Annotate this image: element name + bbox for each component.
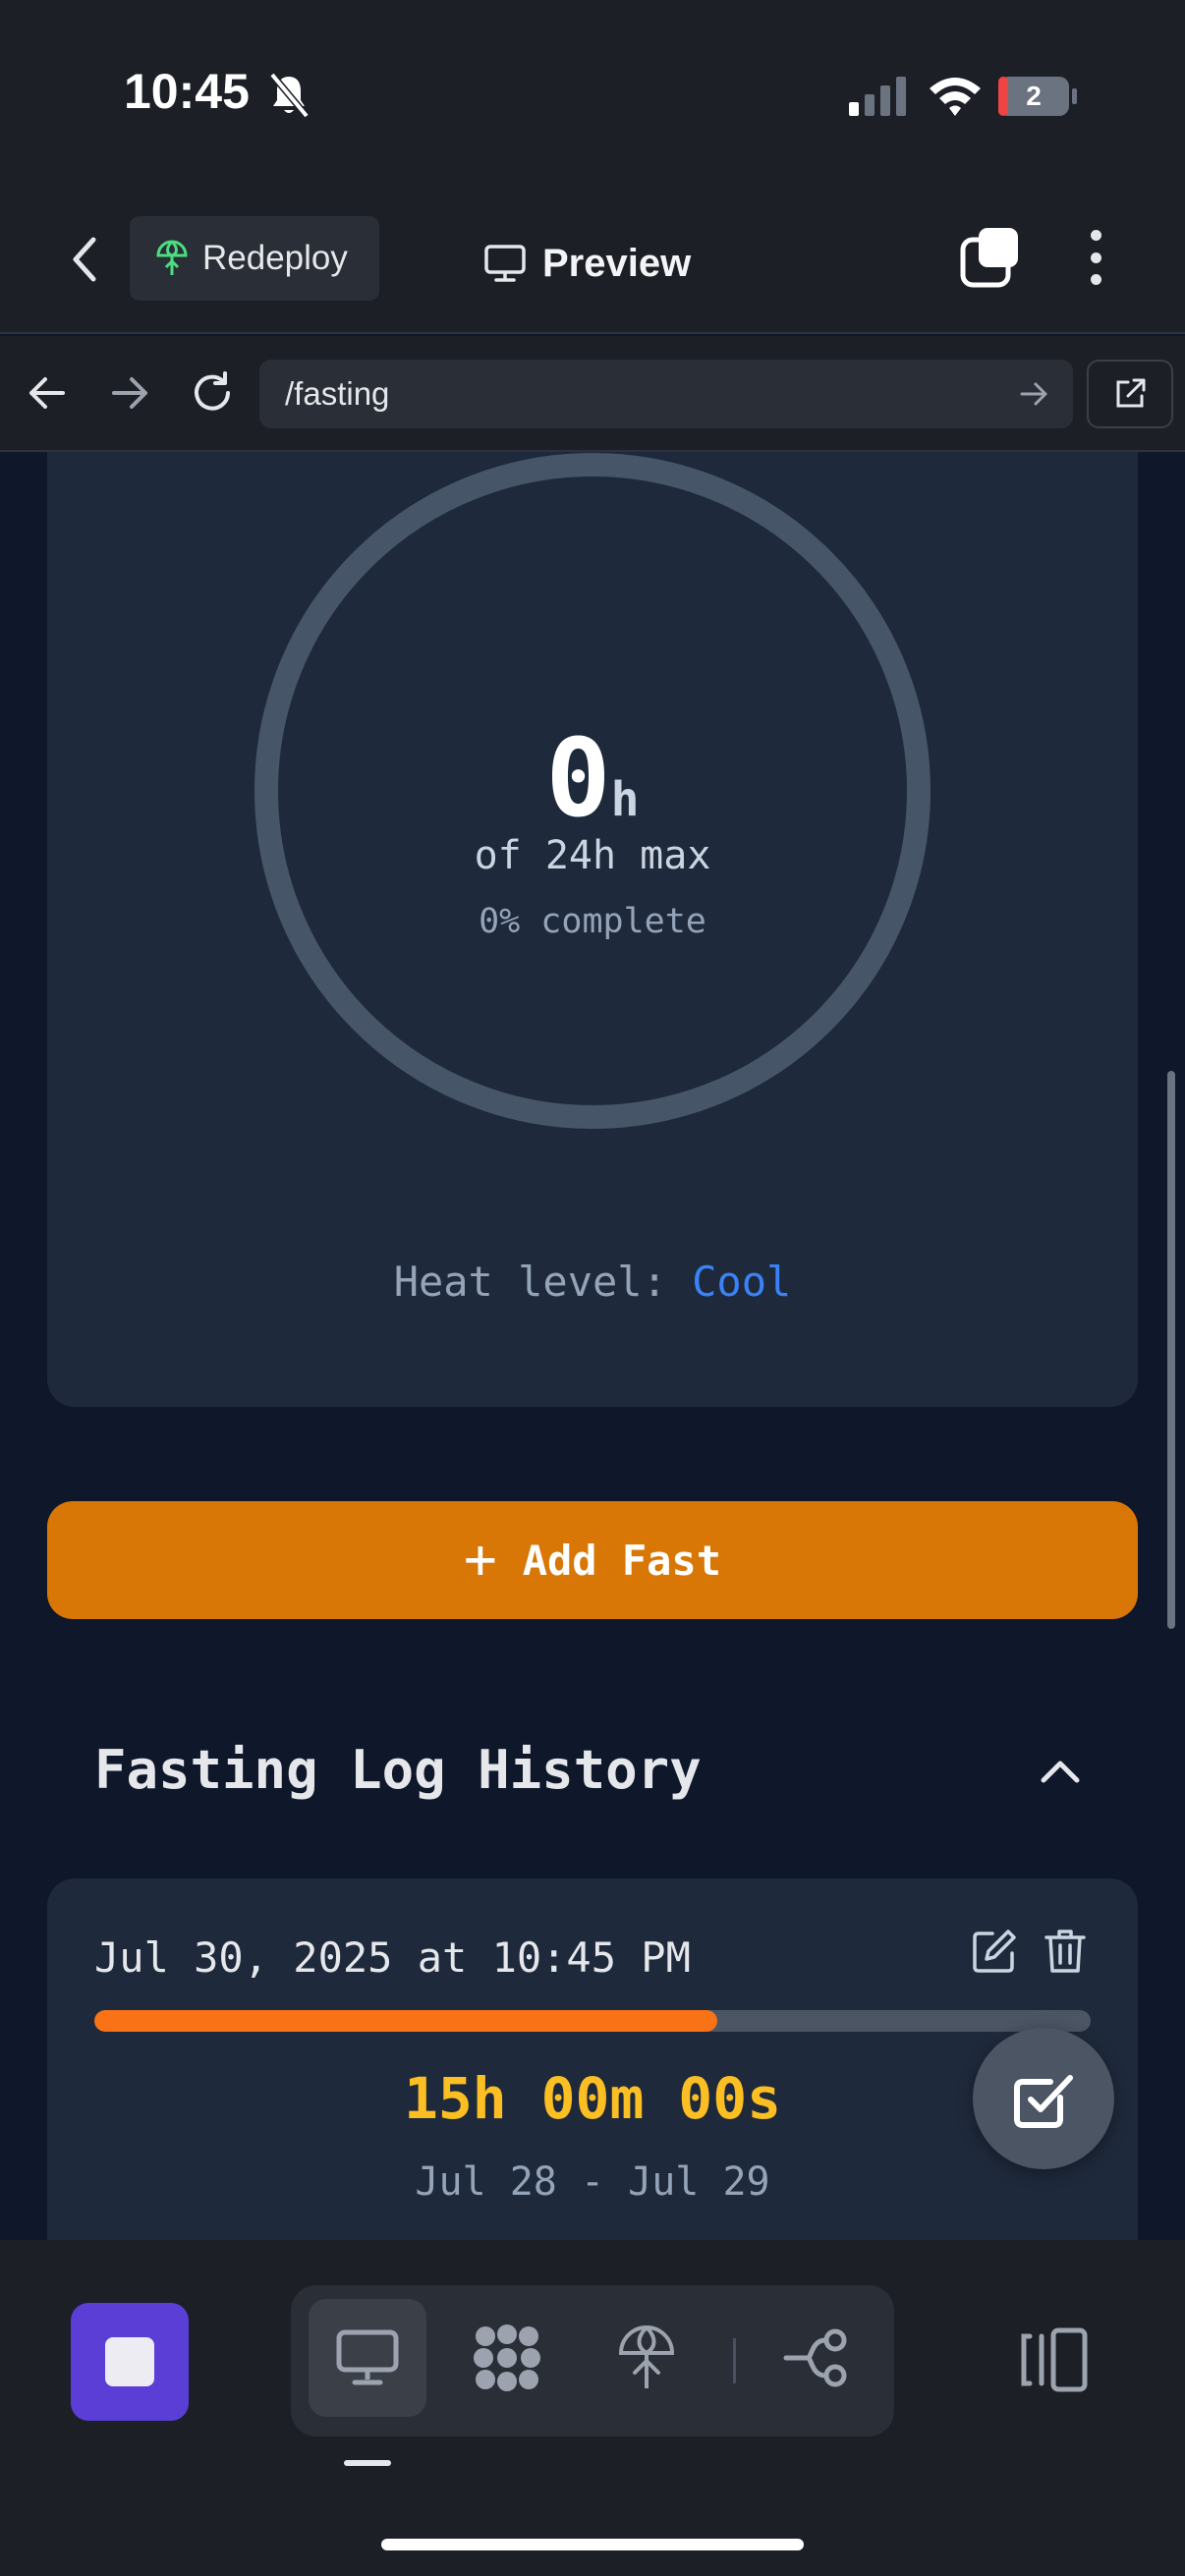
deploy-view-button[interactable] — [588, 2299, 705, 2417]
arrow-right-icon — [112, 377, 147, 409]
stop-icon — [105, 2337, 154, 2386]
workspace-view-button[interactable] — [448, 2299, 566, 2417]
status-bar: 10:45 2 — [0, 0, 1185, 196]
url-input[interactable]: /fasting — [259, 360, 1073, 428]
check-square-icon — [1014, 2075, 1073, 2128]
log-history-title: Fasting Log History — [94, 1739, 702, 1801]
add-fast-button[interactable]: + Add Fast — [47, 1501, 1138, 1619]
nav-back-button[interactable] — [20, 365, 75, 420]
redeploy-button[interactable]: Redeploy — [130, 216, 379, 301]
arrow-left-icon — [29, 377, 65, 409]
browser-bar: /fasting — [0, 336, 1185, 452]
chevron-up-icon[interactable] — [1036, 1747, 1085, 1796]
active-view-indicator — [344, 2460, 391, 2466]
page-content: 0h of 24h max 0% complete Heat level: Co… — [0, 452, 1185, 2240]
app-header: Redeploy Preview — [0, 196, 1185, 334]
status-time: 10:45 — [124, 64, 250, 119]
log-progress-fill — [94, 2010, 717, 2032]
tabs-icon[interactable] — [959, 226, 1022, 289]
refresh-button[interactable] — [185, 365, 240, 420]
wifi-icon — [930, 78, 981, 116]
log-entry-range: Jul 28 - Jul 29 — [415, 2159, 770, 2205]
nav-forward-button[interactable] — [102, 365, 157, 420]
timer-card: 0h of 24h max 0% complete Heat level: Co… — [47, 452, 1138, 1407]
stop-button[interactable] — [71, 2303, 189, 2421]
hours-value: 0 — [545, 715, 611, 841]
git-view-button[interactable] — [759, 2299, 876, 2417]
redeploy-icon — [156, 240, 188, 275]
battery-icon: 2 — [996, 75, 1079, 118]
edit-icon[interactable] — [971, 1928, 1018, 1975]
more-vertical-icon[interactable] — [1081, 226, 1110, 289]
monitor-icon — [484, 245, 526, 282]
log-progress-bar — [94, 2010, 1091, 2032]
check-fab-button[interactable] — [973, 2028, 1114, 2169]
deploy-icon — [618, 2325, 675, 2388]
heat-label: Heat level: — [393, 1258, 667, 1306]
external-link-icon — [1116, 378, 1146, 408]
hours-unit: h — [610, 772, 640, 827]
signal-icon — [849, 77, 906, 116]
back-button[interactable] — [55, 230, 114, 289]
refresh-icon — [195, 371, 230, 411]
branch-icon — [783, 2328, 847, 2387]
chevron-left-icon — [73, 237, 96, 282]
log-entry-date: Jul 30, 2025 at 10:45 PM — [94, 1933, 691, 1982]
heat-level: Heat level: Cool — [0, 1258, 1185, 1306]
scrollbar[interactable] — [1167, 1071, 1175, 1629]
battery-level: 2 — [1026, 81, 1042, 111]
preview-title[interactable]: Preview — [483, 234, 691, 293]
url-text: /fasting — [285, 375, 390, 412]
bell-slash-icon — [269, 72, 310, 119]
view-switcher — [291, 2285, 894, 2436]
heat-value: Cool — [692, 1258, 792, 1306]
trash-icon[interactable] — [1044, 1928, 1087, 1975]
hours-display: 0h — [0, 715, 1185, 841]
arrow-right-icon[interactable] — [1014, 374, 1053, 414]
redeploy-label: Redeploy — [202, 239, 348, 277]
panels-icon[interactable] — [1016, 2323, 1091, 2397]
add-fast-label: Add Fast — [522, 1536, 721, 1585]
home-indicator[interactable] — [381, 2539, 804, 2550]
grid-icon — [474, 2324, 540, 2391]
plus-icon: + — [463, 1528, 497, 1592]
max-hours-text: of 24h max — [474, 833, 711, 878]
open-external-button[interactable] — [1087, 360, 1173, 428]
log-entry-card: Jul 30, 2025 at 10:45 PM 15h 00m 00s Jul… — [47, 1878, 1138, 2240]
bottom-toolbar — [0, 2240, 1185, 2576]
monitor-icon — [336, 2329, 399, 2385]
divider — [733, 2338, 736, 2383]
preview-view-button[interactable] — [309, 2299, 426, 2417]
preview-label: Preview — [542, 241, 692, 285]
percent-complete: 0% complete — [479, 902, 706, 941]
